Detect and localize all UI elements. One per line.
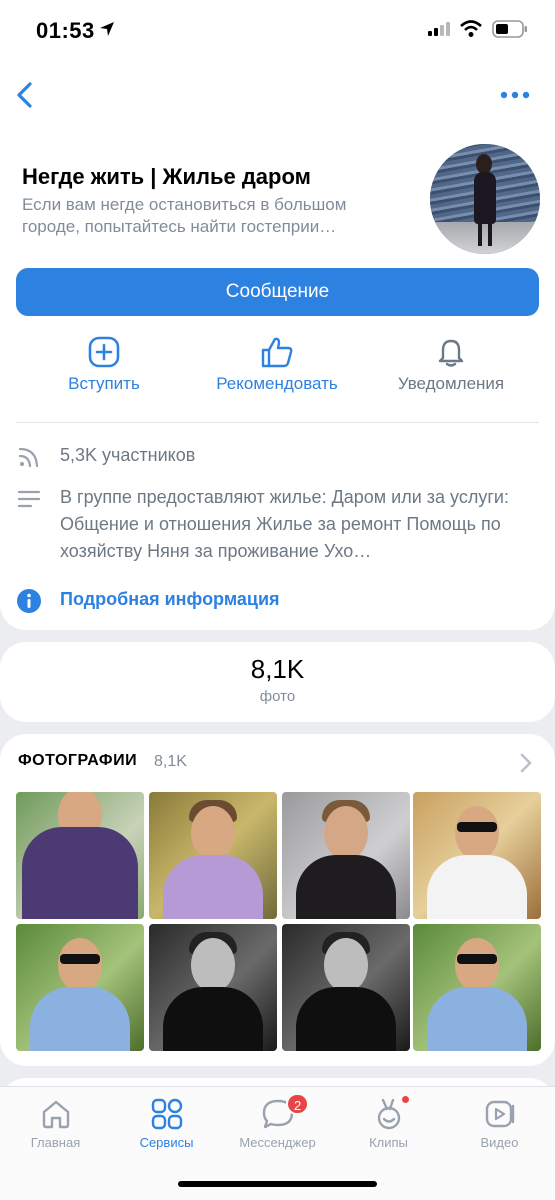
photos-count: 8,1K	[154, 753, 187, 770]
tab-clips-label: Клипы	[369, 1135, 408, 1150]
chevron-right-icon[interactable]	[519, 752, 533, 774]
photo-thumbnail[interactable]	[282, 792, 410, 919]
photo-count-label: фото	[259, 688, 296, 705]
tab-home[interactable]: Главная	[0, 1097, 111, 1161]
tab-video-label: Видео	[480, 1135, 519, 1150]
tab-clips[interactable]: Клипы	[333, 1096, 444, 1161]
group-description: В группе предоставляют жилье: Даром или …	[60, 487, 509, 561]
join-button[interactable]: Вступить	[24, 336, 184, 406]
status-bar: 01:53	[0, 0, 555, 60]
status-time: 01:53	[36, 18, 95, 43]
back-chevron-icon[interactable]	[12, 78, 40, 112]
photo-stats-card[interactable]: 8,1K фото	[0, 642, 555, 722]
location-arrow-icon	[100, 22, 114, 36]
more-info-label: Подробная информация	[60, 589, 280, 609]
tab-messenger-label: Мессенджер	[239, 1135, 316, 1150]
recommend-button[interactable]: Рекомендовать	[197, 336, 357, 406]
photo-count: 8,1K	[250, 654, 305, 684]
clips-icon	[377, 1098, 400, 1130]
photo-thumbnail[interactable]	[413, 924, 541, 1051]
bell-icon	[438, 339, 464, 367]
tab-messenger[interactable]: 2 Мессенджер	[222, 1093, 333, 1161]
header	[0, 60, 555, 130]
clips-new-dot	[402, 1096, 409, 1103]
photos-section: ФОТОГРАФИИ 8,1K	[0, 734, 555, 1066]
messenger-badge: 2	[286, 1093, 310, 1115]
join-label: Вступить	[68, 374, 140, 393]
video-play-icon	[485, 1100, 514, 1128]
recommend-label: Рекомендовать	[216, 374, 338, 393]
services-grid-icon	[151, 1098, 182, 1130]
avatar-person-legs	[478, 222, 492, 246]
info-circle-icon	[17, 589, 41, 613]
home-icon	[42, 1100, 69, 1129]
wifi-icon	[460, 20, 482, 37]
battery-icon	[492, 20, 527, 38]
group-avatar[interactable]	[430, 144, 540, 254]
avatar-person-head	[476, 154, 492, 174]
tab-home-label: Главная	[30, 1135, 81, 1150]
notifications-button[interactable]: Уведомления	[371, 336, 531, 406]
group-profile-card: Негде жить | Жилье даром Если вам негде …	[0, 130, 555, 630]
tab-video[interactable]: Видео	[444, 1097, 555, 1161]
text-lines-icon	[17, 490, 41, 508]
group-name: Негде жить | Жилье даром	[22, 164, 311, 189]
avatar-person-body	[474, 172, 496, 224]
message-button[interactable]: Сообщение	[16, 268, 539, 316]
photos-title: ФОТОГРАФИИ	[18, 752, 138, 769]
notifications-label: Уведомления	[397, 374, 505, 393]
home-indicator[interactable]	[178, 1181, 377, 1187]
tab-services-label: Сервисы	[139, 1135, 194, 1150]
photo-thumbnail[interactable]	[282, 924, 410, 1051]
photo-thumbnail[interactable]	[149, 792, 277, 919]
more-dots-icon[interactable]	[499, 88, 531, 102]
photo-thumbnail[interactable]	[149, 924, 277, 1051]
photo-thumbnail[interactable]	[16, 924, 144, 1051]
photo-thumbnail[interactable]	[413, 792, 541, 919]
tab-services[interactable]: Сервисы	[111, 1097, 222, 1161]
rss-members-icon	[18, 447, 39, 468]
cellular-signal-icon	[428, 22, 450, 36]
photo-thumbnail[interactable]	[16, 792, 144, 919]
divider	[16, 422, 539, 423]
group-status[interactable]: Если вам негде остановиться в большом го…	[22, 194, 402, 238]
members-count: 5,3K участников	[60, 445, 196, 465]
plus-square-icon	[88, 336, 120, 368]
thumbs-up-icon	[261, 337, 293, 368]
